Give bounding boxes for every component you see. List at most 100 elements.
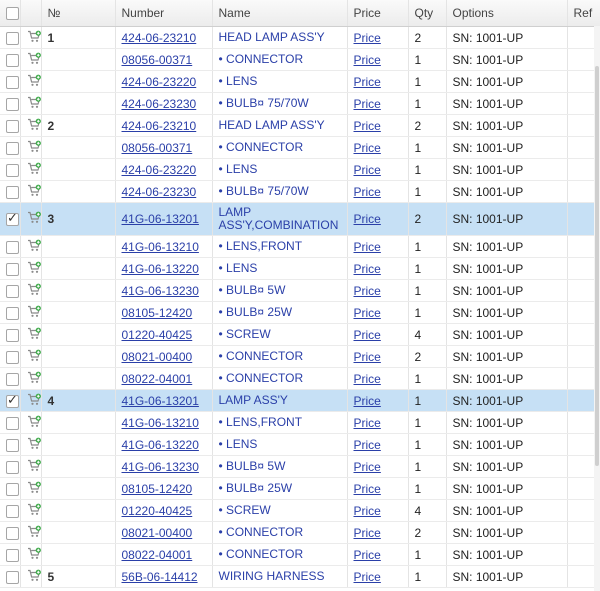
part-name-link[interactable]: LAMP ASS'Y [219,394,341,407]
cart-cell[interactable] [20,70,42,93]
part-number-link[interactable]: 41G-06-13220 [122,438,199,452]
add-to-cart-icon[interactable] [27,569,40,585]
price-link[interactable]: Price [354,119,381,133]
add-to-cart-icon[interactable] [27,118,40,134]
part-name-link[interactable]: • BULB¤ 5W [219,460,341,473]
row-select-cell[interactable] [0,235,21,258]
cart-cell[interactable] [20,455,42,478]
part-name-link[interactable]: • CONNECTOR [219,548,341,561]
add-to-cart-icon[interactable] [27,96,40,112]
row-checkbox[interactable] [6,210,19,227]
cart-cell[interactable] [20,92,42,115]
price-link[interactable]: Price [354,394,381,408]
part-number-link[interactable]: 01220-40425 [122,328,193,342]
part-number-link[interactable]: 424-06-23230 [122,97,197,111]
table-row[interactable]: 5 56B-06-14412 WIRING HARNESS Price 1 SN: 100… [0,565,600,588]
cart-cell[interactable] [20,48,42,71]
row-select-cell[interactable] [0,543,21,566]
part-number-link[interactable]: 41G-06-13201 [122,212,199,226]
part-name-link[interactable]: • SCREW [219,328,341,341]
add-to-cart-icon[interactable] [27,305,40,321]
table-row[interactable]: 08021-00400 • CONNECTOR Price 2 SN: 1001-UP [0,521,600,544]
part-number-link[interactable]: 41G-06-13210 [122,240,199,254]
cart-cell[interactable] [20,180,42,203]
part-number-link[interactable]: 08105-12420 [122,482,193,496]
table-row[interactable]: 2 424-06-23210 HEAD LAMP ASS'Y Price 2 SN: 10… [0,114,600,137]
column-header-price[interactable]: Price [347,0,409,27]
row-select-cell[interactable] [0,279,21,302]
add-to-cart-icon[interactable] [27,184,40,200]
part-number-link[interactable]: 41G-06-13201 [122,394,199,408]
row-checkbox[interactable] [6,438,19,452]
row-select-cell[interactable] [0,477,21,500]
cart-cell[interactable] [20,301,42,324]
price-link[interactable]: Price [354,570,381,584]
part-number-link[interactable]: 424-06-23230 [122,185,197,199]
cart-cell[interactable] [20,433,42,456]
price-link[interactable]: Price [354,350,381,364]
part-number-link[interactable]: 424-06-23210 [122,31,197,45]
table-row[interactable]: 01220-40425 • SCREW Price 4 SN: 1001-UP [0,323,600,346]
table-row[interactable]: 424-06-23220 • LENS Price 1 SN: 1001-UP [0,70,600,93]
part-name-link[interactable]: • LENS [219,163,341,176]
row-select-cell[interactable] [0,70,21,93]
add-to-cart-icon[interactable] [27,74,40,90]
table-row[interactable]: 41G-06-13230 • BULB¤ 5W Price 1 SN: 1001-UP [0,279,600,302]
price-link[interactable]: Price [354,482,381,496]
cart-cell[interactable] [20,136,42,159]
row-select-cell[interactable] [0,455,21,478]
part-number-link[interactable]: 08022-04001 [122,548,193,562]
price-link[interactable]: Price [354,460,381,474]
add-to-cart-icon[interactable] [27,261,40,277]
part-name-link[interactable]: • LENS [219,438,341,451]
part-number-link[interactable]: 08022-04001 [122,372,193,386]
part-name-link[interactable]: • CONNECTOR [219,526,341,539]
cart-cell[interactable] [20,477,42,500]
cart-cell[interactable] [20,521,42,544]
table-row[interactable]: 41G-06-13210 • LENS,FRONT Price 1 SN: 1001-U… [0,411,600,434]
row-select-cell[interactable] [0,114,21,137]
row-checkbox[interactable] [6,372,19,386]
row-select-cell[interactable] [0,499,21,522]
row-checkbox[interactable] [6,240,19,254]
price-link[interactable]: Price [354,163,381,177]
cart-cell[interactable] [20,202,42,236]
row-checkbox[interactable] [6,416,19,430]
row-select-cell[interactable] [0,180,21,203]
row-select-cell[interactable] [0,323,21,346]
table-row[interactable]: 01220-40425 • SCREW Price 4 SN: 1001-UP [0,499,600,522]
row-checkbox[interactable] [6,482,19,496]
table-row[interactable]: 424-06-23220 • LENS Price 1 SN: 1001-UP [0,158,600,181]
row-checkbox[interactable] [6,262,19,276]
price-link[interactable]: Price [354,328,381,342]
table-row[interactable]: 41G-06-13230 • BULB¤ 5W Price 1 SN: 1001-UP [0,455,600,478]
price-link[interactable]: Price [354,372,381,386]
cart-cell[interactable] [20,389,42,412]
part-name-link[interactable]: • CONNECTOR [219,141,341,154]
add-to-cart-icon[interactable] [27,459,40,475]
row-checkbox[interactable] [6,392,19,408]
part-number-link[interactable]: 08021-00400 [122,350,193,364]
part-number-link[interactable]: 08021-00400 [122,526,193,540]
row-checkbox[interactable] [6,185,19,199]
add-to-cart-icon[interactable] [27,547,40,563]
column-header-options[interactable]: Options [446,0,568,27]
add-to-cart-icon[interactable] [27,481,40,497]
cart-cell[interactable] [20,411,42,434]
row-checkbox[interactable] [6,504,19,518]
table-row[interactable]: 3 41G-06-13201 LAMP ASS'Y,COMBINATION Price… [0,202,600,236]
price-link[interactable]: Price [354,306,381,320]
row-select-cell[interactable] [0,202,21,236]
part-number-link[interactable]: 41G-06-13230 [122,460,199,474]
table-row[interactable]: 08105-12420 • BULB¤ 25W Price 1 SN: 1001-UP [0,301,600,324]
column-header-ref[interactable]: Ref [567,0,600,27]
add-to-cart-icon[interactable] [27,283,40,299]
cart-cell[interactable] [20,499,42,522]
part-number-link[interactable]: 41G-06-13220 [122,262,199,276]
row-checkbox[interactable] [6,97,19,111]
table-row[interactable]: 41G-06-13210 • LENS,FRONT Price 1 SN: 1001-U… [0,235,600,258]
cart-cell[interactable] [20,257,42,280]
part-name-link[interactable]: • BULB¤ 25W [219,482,341,495]
part-number-link[interactable]: 56B-06-14412 [122,570,198,584]
row-select-cell[interactable] [0,257,21,280]
